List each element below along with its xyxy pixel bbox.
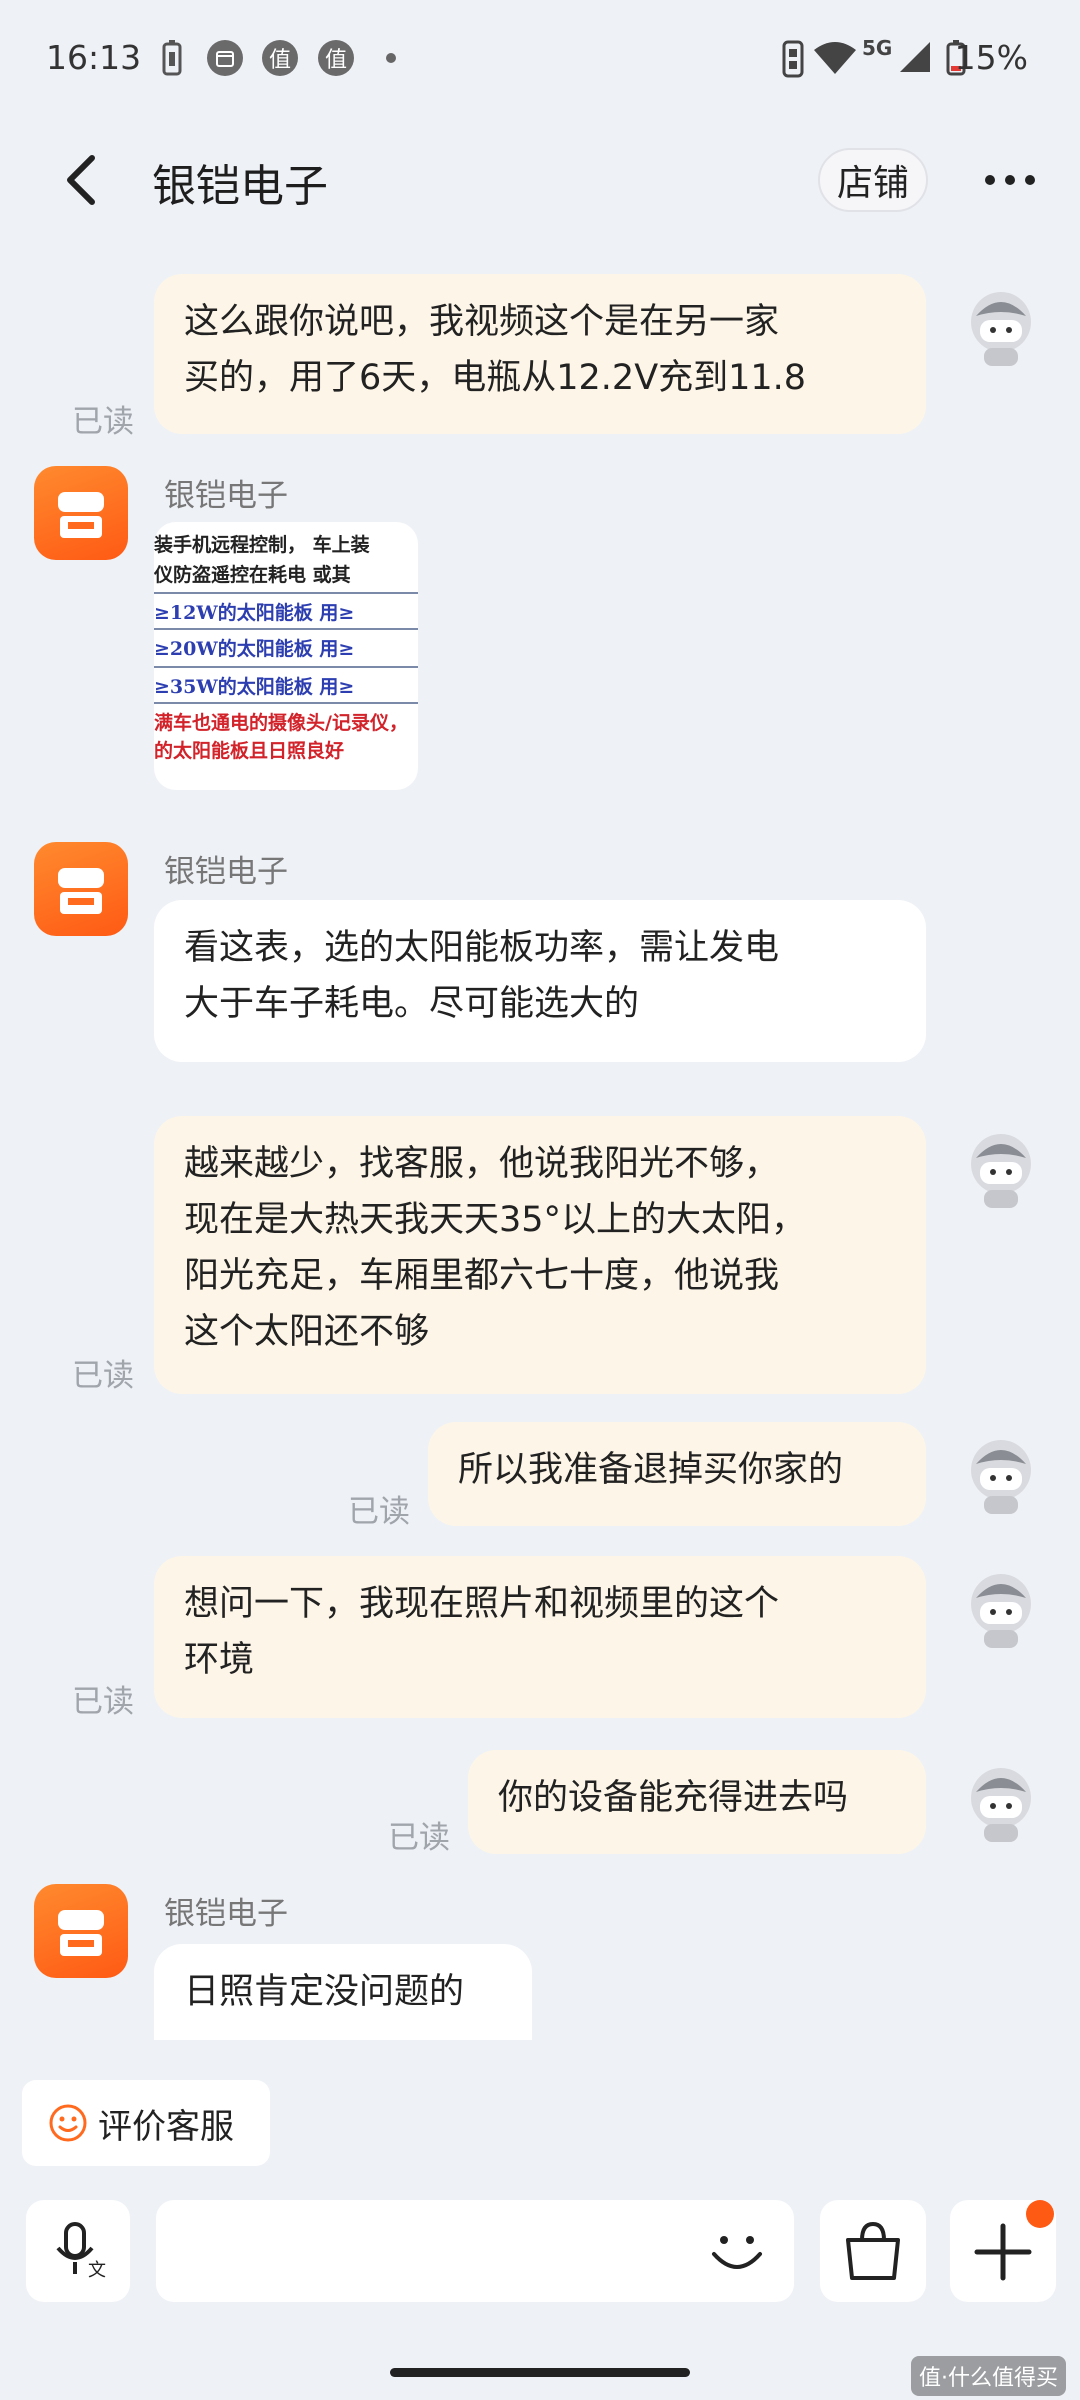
table-image-text: ≥20W的太阳能板 用≥: [154, 638, 355, 660]
shared-table-image[interactable]: 装手机远程控制， 车上装 仪防盗遥控在耗电 或其 ≥12W的太阳能板 用≥ ≥2…: [154, 522, 418, 790]
message-line: 看这表，选的太阳能板功率，需让发电: [184, 928, 780, 968]
message-bubble-sent[interactable]: 越来越少，找客服，他说我阳光不够， 现在是大热天我天天35°以上的大太阳， 阳光…: [154, 1116, 926, 1394]
voice-to-text-button[interactable]: 文: [26, 2200, 130, 2302]
message-line: 所以我准备退掉买你家的: [458, 1450, 844, 1490]
message-line: 越来越少，找客服，他说我阳光不够，: [184, 1144, 780, 1184]
message-bubble-sent[interactable]: 所以我准备退掉买你家的: [428, 1422, 926, 1526]
sender-name: 银铠电子: [164, 1896, 288, 1932]
rate-service-button[interactable]: 评价客服: [22, 2080, 270, 2166]
home-indicator[interactable]: [390, 2368, 690, 2377]
table-image-text: ≥12W的太阳能板 用≥: [154, 602, 355, 624]
zhi-app-icon: 值: [262, 40, 298, 76]
more-menu-button[interactable]: [985, 165, 1055, 195]
zhi-app-icon: 值: [318, 40, 354, 76]
shop-button[interactable]: 店铺: [818, 148, 928, 212]
svg-text:文: 文: [88, 2260, 106, 2281]
message-line: 大于车子耗电。尽可能选大的: [184, 984, 640, 1024]
5g-signal-icon: [898, 40, 932, 78]
emoji-icon[interactable]: [704, 2218, 770, 2284]
sender-name: 银铠电子: [164, 854, 288, 890]
message-bubble-received[interactable]: 看这表，选的太阳能板功率，需让发电 大于车子耗电。尽可能选大的: [154, 900, 926, 1062]
message-bubble-sent[interactable]: 这么跟你说吧，我视频这个是在另一家 买的，用了6天，电瓶从12.2V充到11.8: [154, 274, 926, 434]
read-status: 已读: [388, 1820, 450, 1856]
user-avatar[interactable]: [966, 286, 1036, 368]
shop-avatar[interactable]: [34, 1884, 128, 1978]
user-avatar[interactable]: [966, 1434, 1036, 1516]
read-status: 已读: [72, 1358, 134, 1394]
shopping-bag-button[interactable]: [820, 2200, 926, 2302]
back-button[interactable]: [58, 150, 108, 210]
message-line: 现在是大热天我天天35°以上的大太阳，: [184, 1200, 807, 1240]
read-status: 已读: [72, 1684, 134, 1720]
status-time: 16:13: [46, 38, 142, 77]
wifi-icon: [812, 40, 858, 80]
sender-name: 银铠电子: [164, 478, 288, 514]
rate-service-label: 评价客服: [98, 2106, 234, 2147]
message-bubble-sent[interactable]: 你的设备能充得进去吗: [468, 1750, 926, 1854]
message-line: 阳光充足，车厢里都六七十度，他说我: [184, 1256, 780, 1296]
table-image-text: 仪防盗遥控在耗电 或其: [154, 564, 351, 586]
message-line: 环境: [184, 1640, 255, 1680]
user-avatar[interactable]: [966, 1762, 1036, 1844]
smile-icon: [49, 2104, 87, 2142]
voice-to-text-icon: 文: [56, 2222, 106, 2281]
message-line: 日照肯定没问题的: [184, 1972, 465, 2012]
message-line: 你的设备能充得进去吗: [498, 1778, 849, 1818]
message-line: 这个太阳还不够: [184, 1312, 430, 1352]
shop-avatar[interactable]: [34, 466, 128, 560]
table-image-text: 装手机远程控制， 车上装: [154, 534, 370, 556]
table-image-text: ≥35W的太阳能板 用≥: [154, 676, 355, 698]
battery-saver-icon: [162, 40, 182, 80]
table-image-text: 的太阳能板且日照良好: [154, 740, 345, 762]
message-bubble-sent[interactable]: 想问一下，我现在照片和视频里的这个 环境: [154, 1556, 926, 1718]
calendar-icon: [207, 40, 243, 76]
vibrate-icon: [780, 40, 806, 82]
watermark: 值·什么值得买: [911, 2356, 1066, 2396]
user-avatar[interactable]: [966, 1568, 1036, 1650]
message-line: 这么跟你说吧，我视频这个是在另一家: [184, 302, 780, 342]
read-status: 已读: [72, 404, 134, 440]
network-type-label: 5G: [862, 36, 893, 60]
page-title: 银铠电子: [152, 161, 328, 212]
user-avatar[interactable]: [966, 1128, 1036, 1210]
message-input[interactable]: [156, 2200, 794, 2302]
battery-percent: 15%: [954, 38, 1028, 77]
message-bubble-received[interactable]: 日照肯定没问题的: [154, 1944, 532, 2040]
shopping-bag-icon: [846, 2221, 900, 2280]
shop-avatar[interactable]: [34, 842, 128, 936]
read-status: 已读: [348, 1494, 410, 1530]
dot-icon: [386, 53, 396, 63]
notification-dot: [1026, 2200, 1054, 2228]
message-line: 买的，用了6天，电瓶从12.2V充到11.8: [184, 358, 807, 398]
message-line: 想问一下，我现在照片和视频里的这个: [184, 1584, 780, 1624]
